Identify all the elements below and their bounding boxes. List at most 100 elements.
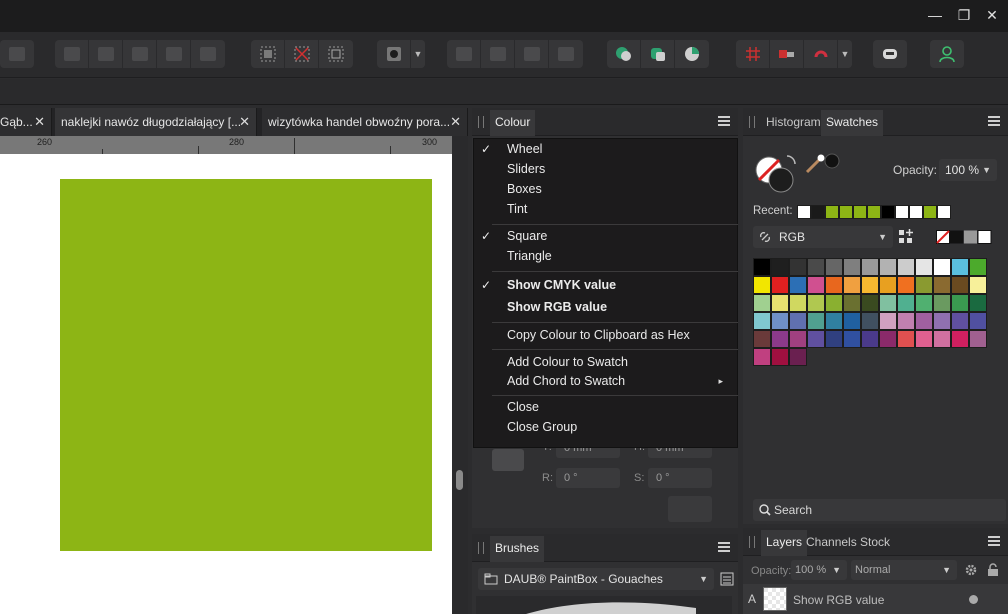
swatch[interactable] xyxy=(843,312,861,330)
swatch[interactable] xyxy=(771,294,789,312)
snapping-magnet-icon[interactable] xyxy=(804,40,838,68)
panel-menu-icon[interactable] xyxy=(988,536,1000,546)
grip-icon[interactable] xyxy=(478,116,484,128)
swatch[interactable] xyxy=(915,330,933,348)
tab-colour[interactable]: Colour xyxy=(490,110,536,136)
add-shape-icon[interactable] xyxy=(607,40,641,68)
swatch[interactable] xyxy=(879,258,897,276)
swatch[interactable] xyxy=(897,312,915,330)
swatch[interactable] xyxy=(825,294,843,312)
subtract-shape-icon[interactable] xyxy=(641,40,675,68)
swatch[interactable] xyxy=(915,276,933,294)
fill-stroke-icon[interactable] xyxy=(755,152,803,194)
list-view-icon[interactable] xyxy=(720,572,734,586)
palette-dropdown[interactable]: RGB ▼ xyxy=(753,226,893,248)
swatch[interactable] xyxy=(933,258,951,276)
grip-icon[interactable] xyxy=(478,542,484,554)
transform-options-button[interactable] xyxy=(668,496,712,522)
grip-icon[interactable] xyxy=(749,116,755,128)
swatch[interactable] xyxy=(753,312,771,330)
recent-swatch[interactable] xyxy=(811,205,825,219)
arrange-forward-icon[interactable] xyxy=(123,40,157,68)
swatch[interactable] xyxy=(915,312,933,330)
close-icon[interactable]: ✕ xyxy=(450,108,461,136)
restore-icon[interactable]: ❐ xyxy=(955,6,973,24)
document-tab[interactable]: Gąb... ✕ xyxy=(0,108,52,136)
swatch[interactable] xyxy=(933,276,951,294)
swatch[interactable] xyxy=(951,258,969,276)
swatch[interactable] xyxy=(771,258,789,276)
swatch[interactable] xyxy=(753,330,771,348)
menu-item-close-group[interactable]: Close Group xyxy=(507,420,577,434)
layer-row[interactable]: A Show RGB value xyxy=(743,584,1008,614)
swatch[interactable] xyxy=(879,276,897,294)
minimize-icon[interactable]: — xyxy=(926,6,944,24)
lock-icon[interactable] xyxy=(987,563,999,577)
swatch[interactable] xyxy=(861,330,879,348)
swatch[interactable] xyxy=(807,330,825,348)
swatch[interactable] xyxy=(825,258,843,276)
swatch[interactable] xyxy=(861,294,879,312)
opacity-dropdown[interactable]: 100 % ▼ xyxy=(939,159,997,181)
swatch[interactable] xyxy=(915,258,933,276)
swatch[interactable] xyxy=(861,276,879,294)
arrange-front-icon[interactable] xyxy=(157,40,191,68)
swatch[interactable] xyxy=(951,330,969,348)
panel-menu-icon[interactable] xyxy=(988,116,1000,126)
recent-swatch[interactable] xyxy=(867,205,881,219)
transform-icon-3[interactable] xyxy=(515,40,549,68)
menu-item-show-rgb[interactable]: Show RGB value xyxy=(507,300,607,314)
swatch[interactable] xyxy=(933,312,951,330)
transform-icon-1[interactable] xyxy=(447,40,481,68)
green-rectangle-shape[interactable] xyxy=(60,179,432,551)
recent-swatch[interactable] xyxy=(797,205,811,219)
swatch[interactable] xyxy=(825,330,843,348)
rotation-field[interactable]: 0 ° xyxy=(556,468,620,488)
swatch[interactable] xyxy=(789,348,807,366)
swatch[interactable] xyxy=(897,330,915,348)
menu-item-wheel[interactable]: Wheel xyxy=(507,142,542,156)
swatch[interactable] xyxy=(915,294,933,312)
swatch[interactable] xyxy=(843,276,861,294)
swatch[interactable] xyxy=(771,348,789,366)
swatch[interactable] xyxy=(897,276,915,294)
arrange-back-icon[interactable] xyxy=(55,40,89,68)
recent-swatch[interactable] xyxy=(895,205,909,219)
recent-swatch[interactable] xyxy=(909,205,923,219)
menu-item-copy-hex[interactable]: Copy Colour to Clipboard as Hex xyxy=(507,328,690,342)
recent-swatch[interactable] xyxy=(881,205,895,219)
layer-opacity-dropdown[interactable]: 100 % ▼ xyxy=(791,560,847,580)
menu-item-close[interactable]: Close xyxy=(507,400,539,414)
swatch[interactable] xyxy=(969,330,987,348)
swatch[interactable] xyxy=(879,330,897,348)
swatch[interactable] xyxy=(753,294,771,312)
vertical-scrollbar[interactable] xyxy=(452,136,468,614)
close-icon[interactable]: ✕ xyxy=(239,108,250,136)
menu-item-sliders[interactable]: Sliders xyxy=(507,162,545,176)
menu-item-tint[interactable]: Tint xyxy=(507,202,527,216)
menu-item-add-colour[interactable]: Add Colour to Swatch xyxy=(507,355,628,369)
swatch[interactable] xyxy=(897,258,915,276)
swatch[interactable] xyxy=(789,312,807,330)
swatch[interactable] xyxy=(843,294,861,312)
deselect-icon[interactable] xyxy=(285,40,319,68)
swatch[interactable] xyxy=(861,312,879,330)
swatch[interactable] xyxy=(789,294,807,312)
transform-icon-4[interactable] xyxy=(549,40,583,68)
recent-swatch[interactable] xyxy=(853,205,867,219)
recent-swatch[interactable] xyxy=(937,205,951,219)
snap-align-icon[interactable] xyxy=(770,40,804,68)
transform-icon-2[interactable] xyxy=(481,40,515,68)
assistant-icon[interactable] xyxy=(873,40,907,68)
colour-picker-icon[interactable] xyxy=(805,152,841,176)
tab-histogram[interactable]: Histogram xyxy=(761,110,826,136)
brush-preview[interactable] xyxy=(476,596,732,614)
swatch-search-field[interactable]: Search xyxy=(753,499,1006,521)
blend-mode-dropdown[interactable]: Normal ▼ xyxy=(851,560,957,580)
menu-item-square[interactable]: Square xyxy=(507,229,547,243)
swatch[interactable] xyxy=(807,294,825,312)
close-icon[interactable]: ✕ xyxy=(983,6,1001,24)
menu-item-boxes[interactable]: Boxes xyxy=(507,182,542,196)
swatch[interactable] xyxy=(969,276,987,294)
swatch[interactable] xyxy=(843,330,861,348)
